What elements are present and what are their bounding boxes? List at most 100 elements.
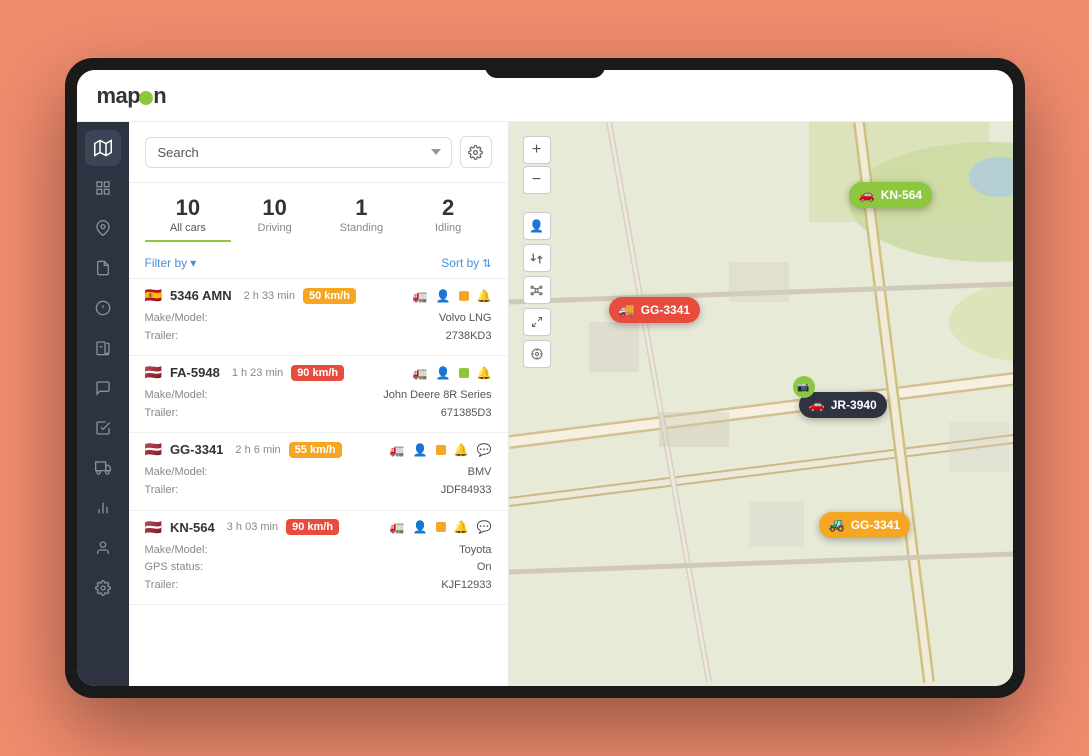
make-model-value: John Deere 8R Series (383, 387, 491, 405)
sidebar-item-map[interactable] (85, 130, 121, 166)
filter-button[interactable]: Filter by ▾ (145, 256, 197, 270)
detail-trailer: Trailer: 2738KD3 (145, 328, 492, 346)
list-item[interactable]: 🇪🇸 5346 AMN 2 h 33 min 50 km/h 🚛 👤 🔔 (129, 279, 508, 356)
device-notch (485, 58, 605, 78)
vehicle-plate: GG-3341 (170, 442, 223, 457)
sidebar-item-tasks[interactable] (85, 410, 121, 446)
sidebar-item-users[interactable] (85, 530, 121, 566)
speed-badge: 50 km/h (303, 288, 356, 304)
trailer-value: 671385D3 (441, 405, 492, 423)
route-button[interactable] (523, 244, 551, 272)
stat-driving[interactable]: 10 Driving (231, 195, 318, 242)
map-marker-kn564[interactable]: 🚗 KN-564 (849, 182, 933, 208)
vehicle-duration: 2 h 33 min (244, 290, 295, 302)
status-icon-yellow (459, 291, 469, 301)
stat-idling[interactable]: 2 Idling (405, 195, 492, 242)
sidebar-item-location[interactable] (85, 210, 121, 246)
list-item[interactable]: 🇱🇻 KN-564 3 h 03 min 90 km/h 🚛 👤 🔔 💬 (129, 511, 508, 606)
detail-make-model: Make/Model: Toyota (145, 542, 492, 560)
message-icon: 💬 (477, 520, 492, 534)
make-model-value: Volvo LNG (439, 310, 492, 328)
vehicle-details: Make/Model: Toyota GPS status: On Traile… (145, 540, 492, 597)
device-frame: mapn (65, 58, 1025, 698)
sort-icon: ⇅ (482, 257, 491, 270)
vehicle-list: 🇪🇸 5346 AMN 2 h 33 min 50 km/h 🚛 👤 🔔 (129, 279, 508, 686)
bell-icon: 🔔 (454, 443, 469, 457)
logo: mapn (97, 83, 167, 109)
detail-make-model: Make/Model: John Deere 8R Series (145, 387, 492, 405)
vehicle-details: Make/Model: Volvo LNG Trailer: 2738KD3 (145, 308, 492, 347)
gps-value: On (477, 559, 492, 577)
stat-all-cars[interactable]: 10 All cars (145, 195, 232, 242)
cluster-button[interactable] (523, 276, 551, 304)
flag-icon: 🇱🇻 (145, 519, 162, 536)
map-tools: 👤 (523, 212, 551, 368)
filter-sort-row: Filter by ▾ Sort by ⇅ (129, 250, 508, 279)
stat-idling-count: 2 (405, 195, 492, 221)
sidebar-item-alerts[interactable] (85, 290, 121, 326)
zoom-out-button[interactable]: − (523, 166, 551, 194)
stat-standing-count: 1 (318, 195, 405, 221)
detail-trailer: Trailer: KJF12933 (145, 577, 492, 595)
sidebar-item-analytics[interactable] (85, 490, 121, 526)
vehicle-details: Make/Model: BMV Trailer: JDF84933 (145, 462, 492, 501)
detail-make-model: Make/Model: Volvo LNG (145, 310, 492, 328)
marker-label: GG-3341 (641, 303, 690, 317)
truck-icon: 🚚 (619, 302, 635, 318)
message-icon: 💬 (477, 443, 492, 457)
vehicle-row-main: 🇱🇻 FA-5948 1 h 23 min 90 km/h 🚛 👤 🔔 (145, 364, 492, 381)
expand-button[interactable] (523, 308, 551, 336)
sidebar-item-settings[interactable] (85, 570, 121, 606)
detail-trailer: Trailer: 671385D3 (145, 405, 492, 423)
search-row: Search (145, 136, 492, 168)
sidebar-item-messages[interactable] (85, 370, 121, 406)
map-marker-gg3341-tractor[interactable]: 🚜 GG-3341 (819, 512, 911, 538)
map-marker-jr3940[interactable]: 🚗 JR-3940 (799, 392, 887, 418)
trailer-label: Trailer: (145, 577, 179, 595)
sidebar-item-fuel[interactable] (85, 330, 121, 366)
speed-badge: 55 km/h (289, 442, 342, 458)
status-icon-green (459, 368, 469, 378)
marker-label: GG-3341 (851, 518, 900, 532)
search-input[interactable]: Search (145, 137, 452, 168)
stat-driving-label: Driving (231, 222, 318, 234)
stat-standing[interactable]: 1 Standing (318, 195, 405, 242)
zoom-in-button[interactable]: + (523, 136, 551, 164)
vehicle-row-main: 🇱🇻 GG-3341 2 h 6 min 55 km/h 🚛 👤 🔔 💬 (145, 441, 492, 458)
car-icon: 🚗 (809, 397, 825, 413)
vehicle-plate: KN-564 (170, 520, 215, 535)
sidebar-item-reports[interactable] (85, 250, 121, 286)
status-icon-yellow (436, 522, 446, 532)
vehicle-plate: 5346 AMN (170, 288, 232, 303)
stat-standing-label: Standing (318, 222, 405, 234)
trailer-value: 2738KD3 (446, 328, 492, 346)
flag-icon: 🇱🇻 (145, 364, 162, 381)
map-background (509, 122, 1013, 686)
camera-icon: 📷 (793, 376, 815, 398)
make-model-label: Make/Model: (145, 387, 208, 405)
vehicle-duration: 2 h 6 min (235, 444, 280, 456)
sort-button[interactable]: Sort by ⇅ (441, 256, 491, 270)
map-area[interactable]: + − 👤 (509, 122, 1013, 686)
list-item[interactable]: 🇱🇻 GG-3341 2 h 6 min 55 km/h 🚛 👤 🔔 💬 (129, 433, 508, 510)
sidebar-item-vehicles[interactable] (85, 450, 121, 486)
chevron-down-icon: ▾ (190, 256, 196, 270)
locate-button[interactable] (523, 340, 551, 368)
status-icon-yellow (436, 445, 446, 455)
stats-row: 10 All cars 10 Driving 1 Standing 2 Idli… (129, 183, 508, 250)
settings-button[interactable] (460, 136, 492, 168)
sidebar-item-dashboard[interactable] (85, 170, 121, 206)
list-item[interactable]: 🇱🇻 FA-5948 1 h 23 min 90 km/h 🚛 👤 🔔 (129, 356, 508, 433)
truck-icon: 🚛 (390, 520, 405, 534)
vehicle-row-main: 🇱🇻 KN-564 3 h 03 min 90 km/h 🚛 👤 🔔 💬 (145, 519, 492, 536)
logo-dot-icon (139, 91, 153, 105)
marker-label: JR-3940 (831, 398, 877, 412)
streetview-button[interactable]: 👤 (523, 212, 551, 240)
make-model-value: BMV (468, 464, 492, 482)
trailer-value: KJF12933 (441, 577, 491, 595)
map-marker-gg3341-truck[interactable]: 🚚 GG-3341 (609, 297, 701, 323)
sidebar (77, 122, 129, 686)
driver-icon: 👤 (436, 289, 451, 303)
map-controls: + − (523, 136, 551, 194)
vehicle-duration: 3 h 03 min (227, 521, 278, 533)
